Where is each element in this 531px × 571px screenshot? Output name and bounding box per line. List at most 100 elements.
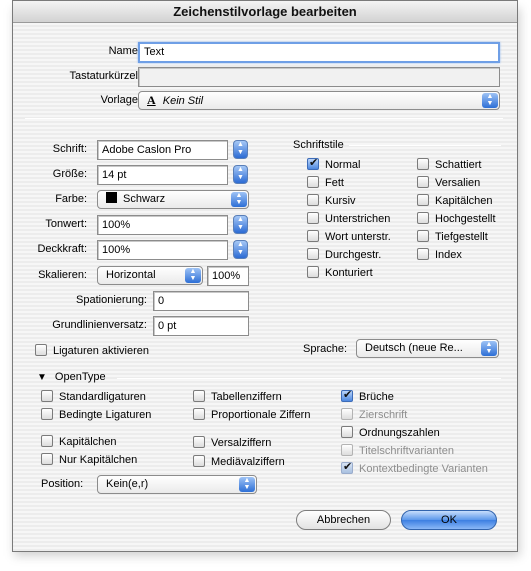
checkbox-unterstrichen[interactable]: Unterstrichen (307, 212, 390, 226)
checkbox-label: Durchgestr. (325, 249, 382, 261)
checkbox-index[interactable]: Index (417, 248, 462, 262)
tint-field[interactable]: 100% (97, 215, 228, 235)
checkbox-label: Bedingte Ligaturen (59, 409, 152, 421)
checkbox-label: Unterstrichen (325, 213, 391, 225)
checkbox-bedingte-ligaturen[interactable]: Bedingte Ligaturen (41, 408, 151, 422)
popup-arrows-icon: ▲ ▼ (481, 341, 497, 356)
checkbox-ordnungszahlen[interactable]: Ordnungszahlen (341, 426, 440, 440)
checkbox-box (307, 194, 319, 206)
ligatures-label: Ligaturen aktivieren (53, 345, 150, 357)
checkbox-label: Versalien (435, 177, 481, 189)
tint-stepper-icon[interactable]: ▲ ▼ (233, 215, 248, 234)
checkbox-label: Konturiert (325, 267, 373, 279)
baseline-label: Grundlinienversatz: (52, 319, 147, 331)
checkbox-label: Ordnungszahlen (359, 427, 440, 439)
scale-mode-value: Horizontal (106, 269, 156, 281)
tint-label: Tonwert: (45, 218, 87, 230)
checkbox-tabellenziffern[interactable]: Tabellenziffern (193, 390, 282, 404)
position-value: Kein(e,r) (106, 478, 149, 490)
ok-button[interactable]: OK (401, 510, 497, 530)
cancel-button[interactable]: Abbrechen (296, 510, 391, 530)
checkbox-label: Kursiv (325, 195, 356, 207)
checkbox-hochgestellt[interactable]: Hochgestellt (417, 212, 496, 226)
tracking-field[interactable]: 0 (153, 291, 249, 311)
checkbox-mediävalziffern[interactable]: Mediävalziffern (193, 455, 285, 469)
popup-arrows-icon: ▲ ▼ (185, 268, 201, 283)
position-popup[interactable]: Kein(e,r) ▲ ▼ (97, 475, 257, 494)
checkbox-label: Mediävalziffern (211, 456, 285, 468)
checkbox-normal[interactable]: Normal (307, 156, 361, 172)
checkbox-box (307, 248, 319, 260)
font-stepper-icon[interactable]: ▲ ▼ (233, 140, 248, 159)
checkbox-label: Kontextbedingte Varianten (359, 463, 488, 475)
popup-arrows-icon: ▲ ▼ (239, 477, 255, 492)
color-popup[interactable]: Schwarz ▲ ▼ (97, 190, 249, 209)
color-value: Schwarz (123, 193, 166, 205)
size-field[interactable]: 14 pt (97, 165, 228, 185)
checkbox-kontextbedingte-varianten: Kontextbedingte Varianten (341, 460, 488, 476)
scale-mode-popup[interactable]: Horizontal ▲ ▼ (97, 266, 203, 285)
checkbox-checked-icon (307, 156, 319, 170)
checkbox-schattiert[interactable]: Schattiert (417, 158, 481, 172)
baseline-field[interactable]: 0 pt (153, 316, 249, 336)
checkbox-label: Titelschriftvarianten (359, 445, 454, 457)
opacity-field[interactable]: 100% (97, 240, 228, 260)
styles-group-label: Schriftstile (293, 139, 344, 151)
scale-value-field[interactable]: 100% (207, 266, 249, 286)
checkbox-label: Versalziffern (211, 437, 272, 449)
name-field[interactable]: Text (138, 42, 500, 63)
checkbox-label: Normal (325, 159, 361, 171)
checkbox-box (341, 426, 353, 438)
checkbox-brüche[interactable]: Brüche (341, 388, 394, 404)
checkbox-box (417, 194, 429, 206)
checkbox-box (307, 176, 319, 188)
shortcut-label: Tastaturkürzel: (69, 70, 141, 82)
checkbox-kapitälchen[interactable]: Kapitälchen (41, 435, 117, 449)
checkbox-box (307, 212, 319, 224)
checkbox-box (307, 230, 319, 242)
ligatures-checkbox[interactable]: Ligaturen aktivieren (35, 344, 149, 358)
shortcut-field[interactable] (138, 67, 500, 87)
checkbox-proportionale-ziffern[interactable]: Proportionale Ziffern (193, 408, 310, 422)
checkbox-box (41, 435, 53, 447)
color-label: Farbe: (55, 193, 87, 205)
checkbox-kapitälchen[interactable]: Kapitälchen (417, 194, 493, 208)
checkbox-label: Kapitälchen (435, 195, 493, 207)
language-popup[interactable]: Deutsch (neue Re... ▲ ▼ (356, 339, 499, 358)
checkbox-fett[interactable]: Fett (307, 176, 344, 190)
checkbox-box (41, 390, 53, 402)
checkbox-versalien[interactable]: Versalien (417, 176, 480, 190)
checkbox-zierschrift: Zierschrift (341, 408, 407, 422)
dialog-title: Zeichenstilvorlage bearbeiten (13, 1, 517, 23)
opacity-stepper-icon[interactable]: ▲ ▼ (233, 240, 248, 259)
font-field[interactable]: Adobe Caslon Pro (97, 140, 228, 160)
top-separator (25, 118, 503, 119)
checkbox-durchgestr-[interactable]: Durchgestr. (307, 248, 381, 262)
size-label: Größe: (52, 168, 87, 180)
checkbox-standardligaturen[interactable]: Standardligaturen (41, 390, 146, 404)
popup-arrows-icon: ▲ ▼ (482, 93, 498, 108)
checkbox-checked-icon (341, 388, 353, 402)
checkbox-tiefgestellt[interactable]: Tiefgestellt (417, 230, 488, 244)
scale-label: Skalieren: (38, 269, 87, 281)
checkbox-wort-unterstr-[interactable]: Wort unterstr. (307, 230, 391, 244)
checkbox-checked-icon (341, 460, 353, 474)
based-on-popup[interactable]: A Kein Stil ▲ ▼ (138, 91, 500, 110)
checkbox-versalziffern[interactable]: Versalziffern (193, 436, 271, 450)
tracking-label: Spationierung: (76, 294, 147, 306)
checkbox-box (41, 453, 53, 465)
checkbox-label: Schattiert (435, 159, 482, 171)
checkbox-box (341, 444, 353, 456)
opentype-disclosure[interactable]: ▼ OpenType (37, 371, 106, 383)
size-stepper-icon[interactable]: ▲ ▼ (233, 165, 248, 184)
checkbox-label: Kapitälchen (59, 436, 117, 448)
ligatures-checkbox-box (35, 344, 47, 356)
checkbox-label: Nur Kapitälchen (59, 454, 138, 466)
checkbox-nur-kapitälchen[interactable]: Nur Kapitälchen (41, 453, 137, 467)
language-label: Sprache: (303, 343, 348, 355)
checkbox-box (417, 176, 429, 188)
checkbox-kursiv[interactable]: Kursiv (307, 194, 356, 208)
disclosure-triangle-icon: ▼ (37, 372, 47, 383)
checkbox-box (341, 408, 353, 420)
checkbox-konturiert[interactable]: Konturiert (307, 266, 373, 280)
